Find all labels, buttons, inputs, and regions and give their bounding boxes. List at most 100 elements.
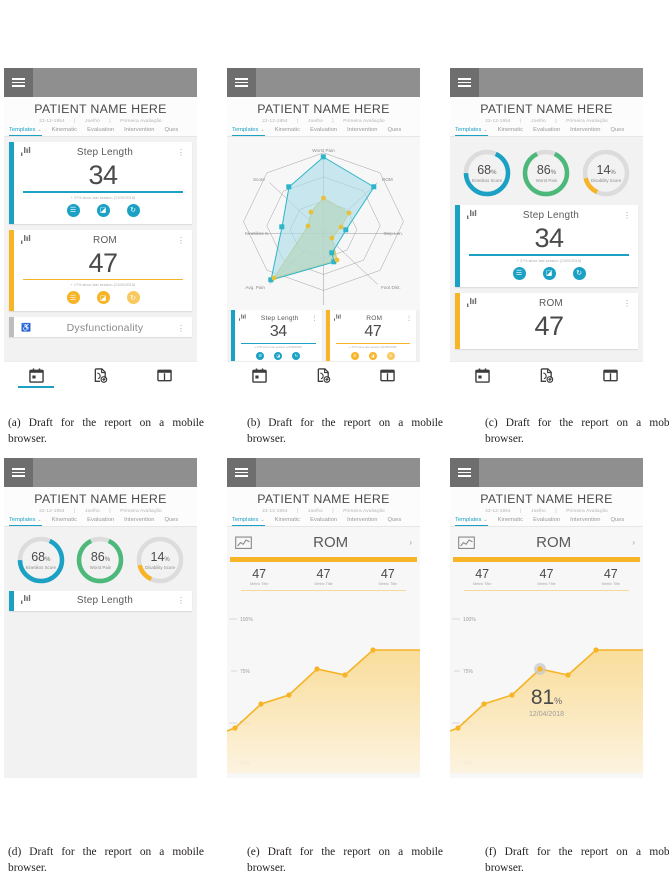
nav-dashboard[interactable] [133,362,197,388]
tab-evaluation[interactable]: Evaluation [87,517,119,526]
nav-calendar[interactable] [227,362,291,388]
chevron-right-icon[interactable]: › [632,538,635,547]
gauge-kinetikos-score[interactable]: 68% Kinetikos Score [15,534,67,586]
nav-calendar[interactable] [4,362,68,388]
tab-intervention[interactable]: Intervention [570,127,605,136]
line-chart[interactable]: 100% 75% 50% 25% [227,590,420,773]
tab-questionnaires[interactable]: Ques [387,517,406,526]
tab-evaluation[interactable]: Evaluation [310,127,342,136]
tab-templates[interactable]: Templates ⌄ [455,127,493,136]
chart-icon[interactable]: ◪ [96,203,110,217]
chart-icon[interactable]: ◪ [542,266,556,280]
highlight-date: 12/04/2018 [528,710,565,718]
list-icon[interactable]: ☰ [512,266,526,280]
history-icon[interactable]: ↻ [386,351,395,360]
hamburger-icon[interactable] [227,68,256,97]
tab-templates[interactable]: Templates ⌄ [9,517,47,526]
tab-kinematic[interactable]: Kinematic [275,517,305,526]
card-menu-icon[interactable]: ⋮ [622,211,631,220]
tab-questionnaires[interactable]: Ques [164,127,183,136]
tab-intervention[interactable]: Intervention [124,127,159,136]
card-menu-icon[interactable]: ⋮ [622,299,631,308]
gauge-value: 68 [477,163,492,177]
radar-chart-panel[interactable]: Worst Pain ROM Step Len. Foot Dist. Bala… [227,137,420,317]
tab-questionnaires[interactable]: Ques [387,127,406,136]
gauge-unit: % [104,557,111,563]
chart-stat: 47 Metric Title [579,567,643,586]
tab-questionnaires[interactable]: Ques [610,517,629,526]
tab-evaluation[interactable]: Evaluation [533,517,565,526]
chart-icon[interactable]: ◪ [96,291,110,305]
metric-card-step-length[interactable]: Step Length ⋮ 34 + 37% since last sessio… [9,142,192,224]
tab-templates[interactable]: Templates ⌄ [9,127,47,136]
line-chart[interactable]: 100% 75% 50% 25% [450,590,643,773]
tab-evaluation[interactable]: Evaluation [87,127,119,136]
tab-intervention[interactable]: Intervention [570,517,605,526]
subfigure-f: PATIENT NAME HERE 22-12-1954 | Joelho | … [446,430,669,840]
nav-report[interactable] [291,362,355,388]
gauge-worst-pain[interactable]: 86% Worst Pain [520,147,572,199]
nav-report[interactable] [68,362,132,388]
metric-card-dysfunctionality[interactable]: ♿ Dysfunctionality ⋮ [9,317,192,338]
hamburger-icon[interactable] [450,458,479,487]
chart-icon[interactable]: ◪ [368,351,377,360]
metric-card-step-length[interactable]: Step Length ⋮ [9,591,192,611]
chart-icon[interactable]: ◪ [274,351,283,360]
svg-text:Foot Dist.: Foot Dist. [381,285,401,290]
history-icon[interactable]: ↻ [572,266,586,280]
tab-evaluation[interactable]: Evaluation [533,127,565,136]
gauge-worst-pain[interactable]: 86% Worst Pain [74,534,126,586]
gauge-disability-score[interactable]: 14% Disability Score [580,147,632,199]
tab-kinematic[interactable]: Kinematic [498,127,528,136]
hamburger-icon[interactable] [4,458,33,487]
metric-card-step-length[interactable]: Step Length ⋮ 34 + 37% since last sessio… [455,205,638,287]
nav-dashboard[interactable] [579,362,643,388]
tab-templates[interactable]: Templates ⌄ [232,127,270,136]
card-menu-icon[interactable]: ⋮ [176,324,185,333]
chevron-right-icon[interactable]: › [409,538,412,547]
report-add-icon [540,367,554,383]
hamburger-icon[interactable] [4,68,33,97]
hamburger-icon[interactable] [450,68,479,97]
card-menu-icon[interactable]: ⋮ [406,315,412,322]
list-icon[interactable]: ☰ [66,203,80,217]
tab-intervention[interactable]: Intervention [347,127,382,136]
tab-kinematic[interactable]: Kinematic [52,517,82,526]
tab-kinematic[interactable]: Kinematic [52,127,82,136]
metric-card-rom[interactable]: ROM ⋮ 47 + 17% since last session (21/05… [9,229,192,312]
metric-card-step-length[interactable]: Step Length ⋮ 34 + 37% since last sessio… [231,310,322,365]
nav-calendar[interactable] [450,362,514,388]
patient-header: PATIENT NAME HERE 22-12-1954 | Joelho | … [4,97,197,137]
meta-separator: | [520,118,522,123]
metric-card-rom[interactable]: ROM ⋮ 47 + 17% since last session (21/05… [325,310,416,365]
nav-report[interactable] [514,362,578,388]
card-menu-icon[interactable]: ⋮ [176,148,185,157]
card-menu-icon[interactable]: ⋮ [312,315,318,322]
card-menu-icon[interactable]: ⋮ [176,236,185,245]
history-icon[interactable]: ↻ [126,291,140,305]
gauge-disability-score[interactable]: 14% Disability Score [134,534,186,586]
meta-separator: | [332,508,334,513]
history-icon[interactable]: ↻ [292,351,301,360]
tab-intervention[interactable]: Intervention [124,517,159,526]
tab-templates[interactable]: Templates ⌄ [232,517,270,526]
tab-questionnaires[interactable]: Ques [164,517,183,526]
tab-kinematic[interactable]: Kinematic [275,127,305,136]
tab-kinematic[interactable]: Kinematic [498,517,528,526]
tab-evaluation[interactable]: Evaluation [310,517,342,526]
metric-card-rom[interactable]: ROM ⋮ 47 [455,292,638,350]
tab-questionnaires[interactable]: Ques [610,127,629,136]
list-icon[interactable]: ☰ [256,351,265,360]
tab-intervention[interactable]: Intervention [347,517,382,526]
hamburger-icon[interactable] [227,458,256,487]
list-icon[interactable]: ☰ [350,351,359,360]
card-menu-icon[interactable]: ⋮ [176,596,185,605]
patient-header: PATIENT NAME HERE 22-12-1954 | Joelho | … [227,97,420,137]
history-icon[interactable]: ↻ [126,203,140,217]
tab-bar: Templates ⌄ Kinematic Evaluation Interven… [227,517,420,527]
patient-birthdate: 22-12-1954 [485,508,511,513]
list-icon[interactable]: ☰ [66,291,80,305]
tab-templates[interactable]: Templates ⌄ [455,517,493,526]
nav-dashboard[interactable] [356,362,420,388]
gauge-kinetikos-score[interactable]: 68% Kinetikos Score [461,147,513,199]
